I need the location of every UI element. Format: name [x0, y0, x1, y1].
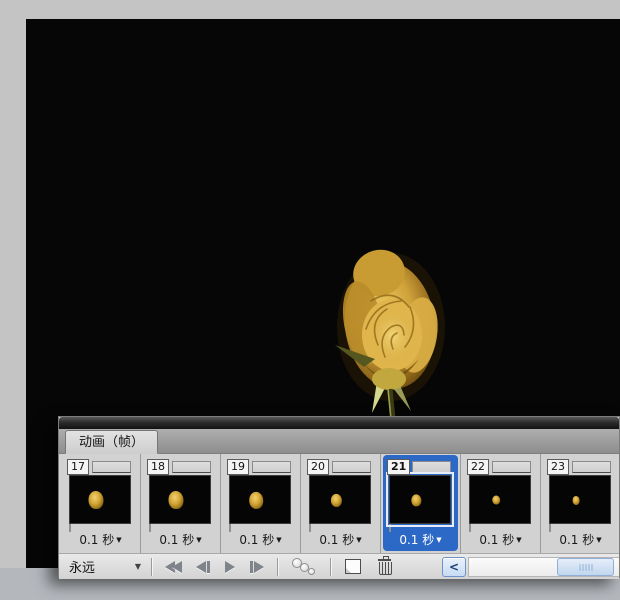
- delay-value: 0.1 秒: [479, 533, 515, 547]
- frame-label-strip: [332, 461, 371, 473]
- delay-value: 0.1 秒: [239, 533, 275, 547]
- tween-button[interactable]: [292, 558, 316, 575]
- chevron-down-icon: ▼: [356, 536, 362, 544]
- toolbar-divider: [277, 557, 278, 576]
- frame-number-label: 20: [307, 459, 329, 475]
- frame-label-strip: [412, 461, 451, 473]
- double-left-triangle-icon: [172, 560, 182, 573]
- toolbar-divider: [151, 557, 152, 576]
- frame-cell[interactable]: 18 0.1 秒 ▼: [141, 454, 221, 553]
- frame-delay-dropdown[interactable]: 0.1 秒 ▼: [381, 531, 460, 548]
- frame-thumbnail[interactable]: [469, 475, 531, 524]
- new-frame-button[interactable]: [345, 559, 361, 574]
- delay-value: 0.1 秒: [319, 533, 355, 547]
- toolbar-divider: [330, 557, 331, 576]
- rose-image: [335, 249, 445, 419]
- frame-delay-dropdown[interactable]: 0.1 秒 ▼: [301, 531, 380, 548]
- frame-cell[interactable]: 19 0.1 秒 ▼: [221, 454, 301, 553]
- rose-thumbnail-image: [411, 494, 422, 507]
- frame-label-strip: [492, 461, 531, 473]
- chevron-down-icon: ▼: [116, 536, 122, 544]
- left-triangle-bar-icon: [207, 560, 210, 573]
- frame-cell[interactable]: 17 0.1 秒 ▼: [61, 454, 141, 553]
- chevron-down-icon: ▼: [436, 536, 442, 544]
- delay-value: 0.1 秒: [159, 533, 195, 547]
- frame-thumbnail[interactable]: [69, 475, 131, 524]
- frames-strip: 17 0.1 秒 ▼ 18 0.1 秒 ▼ 19 0.1 秒 ▼ 20 0.1 …: [59, 454, 619, 553]
- frame-cell[interactable]: 21 0.1 秒 ▼: [381, 454, 461, 553]
- panel-titlebar[interactable]: [59, 417, 619, 429]
- rose-thumbnail-image: [492, 495, 501, 505]
- frame-number-label: 22: [467, 459, 489, 475]
- frame-number-label: 17: [67, 459, 89, 475]
- frame-number-label: 23: [547, 459, 569, 475]
- bar-right-triangle-icon: [250, 560, 253, 573]
- frame-thumbnail[interactable]: [229, 475, 291, 524]
- right-triangle-icon: [225, 560, 235, 573]
- tween-dots-icon: [308, 568, 315, 575]
- chevron-down-icon: ▼: [196, 536, 202, 544]
- panel-toolbar: 永远 ▼ <: [59, 553, 619, 579]
- frame-thumbnail[interactable]: [386, 472, 454, 527]
- delay-value: 0.1 秒: [559, 533, 595, 547]
- chevron-down-icon: ▼: [134, 562, 141, 571]
- chevron-down-icon: ▼: [596, 536, 602, 544]
- frame-delay-dropdown[interactable]: 0.1 秒 ▼: [141, 531, 220, 548]
- delay-value: 0.1 秒: [399, 533, 435, 547]
- previous-frame-button[interactable]: [196, 558, 211, 576]
- play-button[interactable]: [225, 558, 235, 576]
- frame-thumbnail[interactable]: [149, 475, 211, 524]
- loop-count-label: 永远: [69, 561, 96, 576]
- bar-right-triangle-icon: [254, 560, 264, 573]
- frame-number-label: 21: [387, 459, 411, 475]
- frame-number-label: 18: [147, 459, 169, 475]
- next-frame-button[interactable]: [249, 558, 264, 576]
- first-frame-button[interactable]: [165, 558, 182, 576]
- animation-panel: 动画（帧） 17 0.1 秒 ▼ 18 0.1 秒 ▼ 19 0.1 秒 ▼ 2…: [58, 416, 620, 579]
- chevron-down-icon: ▼: [516, 536, 522, 544]
- frame-thumbnail[interactable]: [309, 475, 371, 524]
- tab-animation-frames[interactable]: 动画（帧）: [65, 430, 159, 454]
- loop-count-dropdown[interactable]: 永远 ▼: [65, 557, 145, 576]
- frame-label-strip: [572, 461, 611, 473]
- rose-thumbnail-image: [88, 491, 104, 510]
- delay-value: 0.1 秒: [79, 533, 115, 547]
- chevron-down-icon: ▼: [276, 536, 282, 544]
- delete-frame-button[interactable]: [378, 555, 392, 575]
- frame-label-strip: [92, 461, 131, 473]
- frame-delay-dropdown[interactable]: 0.1 秒 ▼: [61, 531, 140, 548]
- left-triangle-bar-icon: [196, 560, 206, 573]
- frame-cell[interactable]: 20 0.1 秒 ▼: [301, 454, 381, 553]
- frame-delay-dropdown[interactable]: 0.1 秒 ▼: [461, 531, 540, 548]
- rose-thumbnail-image: [168, 491, 184, 510]
- rose-thumbnail-image: [249, 492, 264, 509]
- frame-cell[interactable]: 22 0.1 秒 ▼: [461, 454, 541, 553]
- frame-thumbnail[interactable]: [549, 475, 611, 524]
- frame-label-strip: [252, 461, 291, 473]
- frame-cell[interactable]: 23 0.1 秒 ▼: [541, 454, 619, 553]
- frame-delay-dropdown[interactable]: 0.1 秒 ▼: [541, 531, 619, 548]
- frame-number-label: 19: [227, 459, 249, 475]
- frame-label-strip: [172, 461, 211, 473]
- scrollbar-thumb[interactable]: [557, 557, 614, 576]
- panel-tab-row: 动画（帧）: [59, 429, 619, 454]
- frame-delay-dropdown[interactable]: 0.1 秒 ▼: [221, 531, 300, 548]
- rose-thumbnail-image: [573, 496, 580, 505]
- scroll-left-button[interactable]: <: [442, 556, 466, 577]
- scrollbar-track[interactable]: [468, 556, 619, 577]
- rose-thumbnail-image: [331, 494, 342, 507]
